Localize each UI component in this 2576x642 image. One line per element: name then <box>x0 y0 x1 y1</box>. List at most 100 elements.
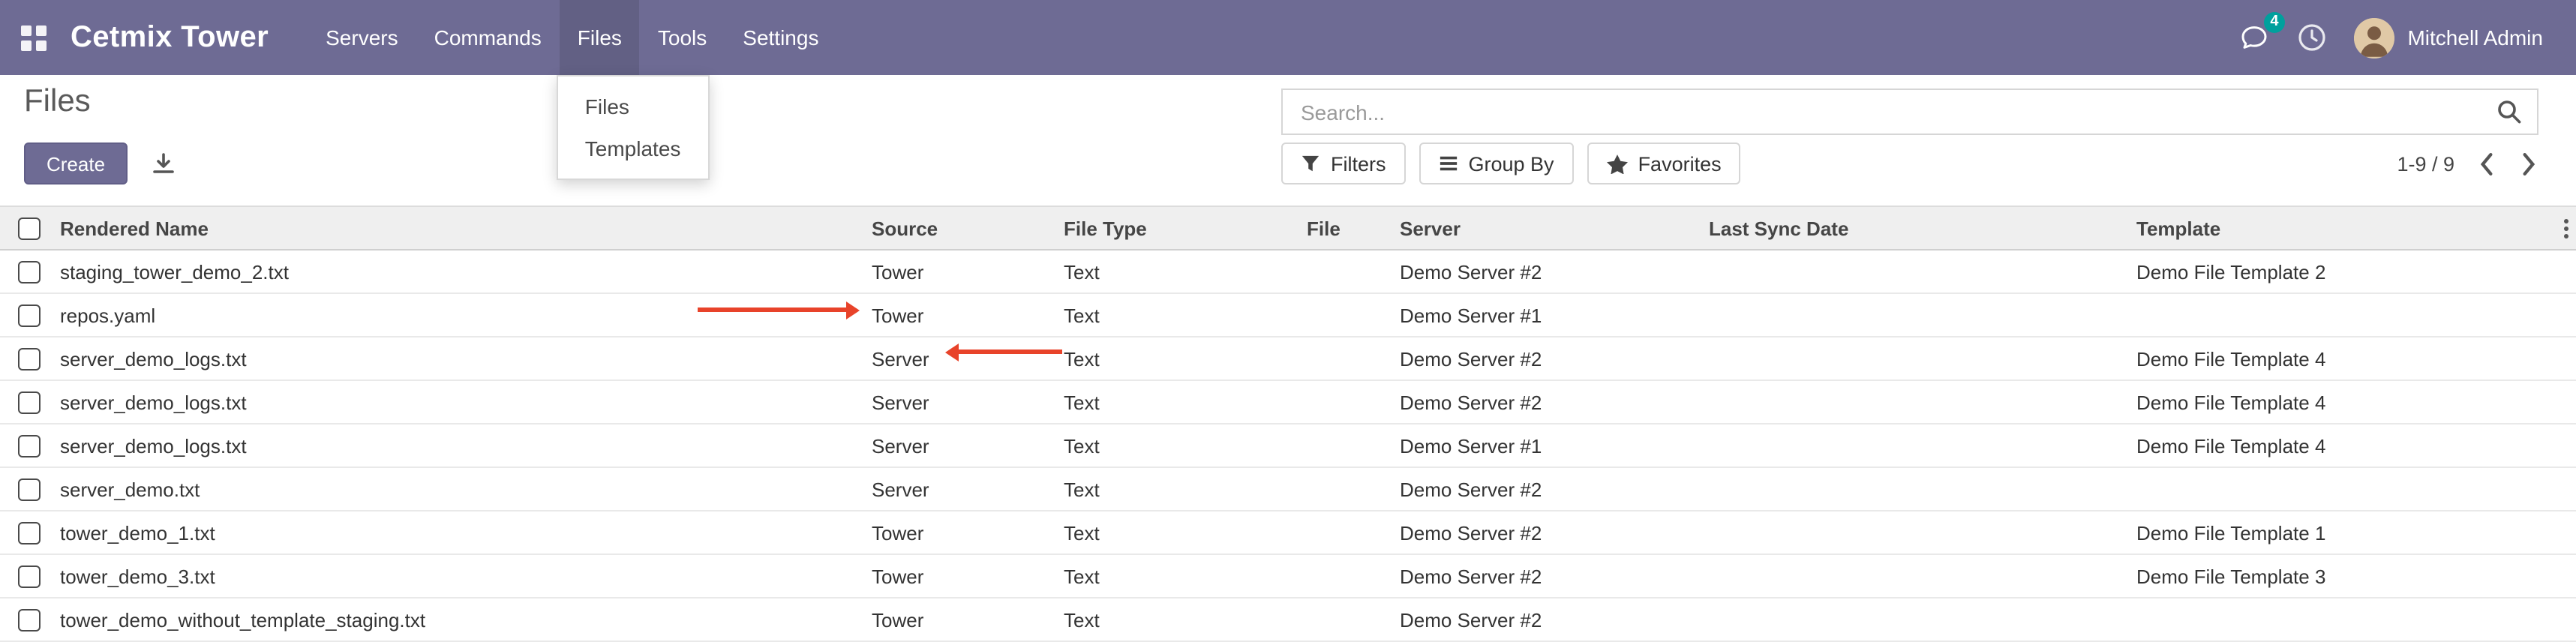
messages-button[interactable]: 4 <box>2238 22 2269 52</box>
select-all-checkbox[interactable] <box>18 217 41 239</box>
cell-file-type[interactable]: Text <box>1064 467 1307 511</box>
cell-last-sync-date[interactable] <box>1709 293 2136 337</box>
cell-last-sync-date[interactable] <box>1709 424 2136 467</box>
cell-file[interactable] <box>1307 467 1400 511</box>
table-row[interactable]: server_demo_logs.txtServerTextDemo Serve… <box>0 380 2576 424</box>
row-checkbox[interactable] <box>18 260 41 283</box>
dropdown-item-files[interactable]: Files <box>558 86 708 128</box>
cell-file-type[interactable]: Text <box>1064 554 1307 598</box>
row-checkbox[interactable] <box>18 434 41 457</box>
cell-server[interactable]: Demo Server #1 <box>1400 424 1709 467</box>
group-by-button[interactable]: Group By <box>1419 142 1574 184</box>
cell-server[interactable]: Demo Server #2 <box>1400 250 1709 293</box>
favorites-button[interactable]: Favorites <box>1587 142 1741 184</box>
cell-source[interactable]: Server <box>872 380 1064 424</box>
cell-rendered-name[interactable]: tower_demo_1.txt <box>60 511 872 554</box>
table-row[interactable]: repos.yamlTowerText Demo Server #1 <box>0 293 2576 337</box>
cell-source[interactable]: Tower <box>872 250 1064 293</box>
cell-file[interactable] <box>1307 337 1400 380</box>
column-options-button[interactable] <box>2555 206 2576 250</box>
cell-rendered-name[interactable]: server_demo_logs.txt <box>60 337 872 380</box>
table-row[interactable]: server_demo_logs.txtServerTextDemo Serve… <box>0 337 2576 380</box>
cell-template[interactable]: Demo File Template 4 <box>2136 337 2555 380</box>
cell-server[interactable]: Demo Server #2 <box>1400 554 1709 598</box>
cell-last-sync-date[interactable] <box>1709 380 2136 424</box>
column-header-file-type[interactable]: File Type <box>1064 206 1307 250</box>
cell-template[interactable]: Demo File Template 2 <box>2136 250 2555 293</box>
cell-server[interactable]: Demo Server #2 <box>1400 467 1709 511</box>
app-brand[interactable]: Cetmix Tower <box>71 20 269 55</box>
cell-file-type[interactable]: Text <box>1064 424 1307 467</box>
cell-file[interactable] <box>1307 554 1400 598</box>
create-button[interactable]: Create <box>24 142 128 184</box>
row-checkbox[interactable] <box>18 347 41 370</box>
cell-template[interactable]: Demo File Template 4 <box>2136 380 2555 424</box>
filters-button[interactable]: Filters <box>1281 142 1406 184</box>
cell-file[interactable] <box>1307 250 1400 293</box>
menu-item-servers[interactable]: Servers <box>308 0 416 75</box>
cell-file[interactable] <box>1307 511 1400 554</box>
cell-file-type[interactable]: Text <box>1064 250 1307 293</box>
column-header-server[interactable]: Server <box>1400 206 1709 250</box>
cell-last-sync-date[interactable] <box>1709 598 2136 641</box>
cell-last-sync-date[interactable] <box>1709 554 2136 598</box>
cell-rendered-name[interactable]: tower_demo_3.txt <box>60 554 872 598</box>
cell-server[interactable]: Demo Server #1 <box>1400 293 1709 337</box>
cell-file[interactable] <box>1307 380 1400 424</box>
dropdown-item-templates[interactable]: Templates <box>558 128 708 170</box>
row-checkbox[interactable] <box>18 478 41 500</box>
cell-source[interactable]: Tower <box>872 511 1064 554</box>
cell-rendered-name[interactable]: server_demo_logs.txt <box>60 424 872 467</box>
cell-rendered-name[interactable]: server_demo.txt <box>60 467 872 511</box>
menu-item-commands[interactable]: Commands <box>416 0 560 75</box>
row-checkbox[interactable] <box>18 608 41 631</box>
cell-source[interactable]: Server <box>872 424 1064 467</box>
cell-last-sync-date[interactable] <box>1709 337 2136 380</box>
cell-template[interactable]: Demo File Template 4 <box>2136 424 2555 467</box>
cell-last-sync-date[interactable] <box>1709 250 2136 293</box>
table-row[interactable]: staging_tower_demo_2.txtTowerText Demo Se… <box>0 250 2576 293</box>
cell-source[interactable]: Tower <box>872 554 1064 598</box>
cell-template[interactable] <box>2136 293 2555 337</box>
table-row[interactable]: tower_demo_without_template_staging.txtT… <box>0 598 2576 641</box>
cell-source[interactable]: Tower <box>872 598 1064 641</box>
cell-file-type[interactable]: Text <box>1064 598 1307 641</box>
cell-file-type[interactable]: Text <box>1064 511 1307 554</box>
column-header-last-sync-date[interactable]: Last Sync Date <box>1709 206 2136 250</box>
export-button[interactable] <box>146 142 182 184</box>
search-icon[interactable] <box>2496 99 2522 124</box>
cell-file-type[interactable]: Text <box>1064 293 1307 337</box>
cell-rendered-name[interactable]: repos.yaml <box>60 293 872 337</box>
row-checkbox[interactable] <box>18 304 41 326</box>
cell-source[interactable]: Server <box>872 337 1064 380</box>
cell-rendered-name[interactable]: staging_tower_demo_2.txt <box>60 250 872 293</box>
user-menu[interactable]: Mitchell Admin <box>2353 17 2543 58</box>
column-header-rendered-name[interactable]: Rendered Name <box>60 206 872 250</box>
cell-template[interactable] <box>2136 467 2555 511</box>
cell-rendered-name[interactable]: tower_demo_without_template_staging.txt <box>60 598 872 641</box>
table-row[interactable]: tower_demo_3.txtTowerTextDemo Server #2D… <box>0 554 2576 598</box>
cell-file[interactable] <box>1307 424 1400 467</box>
cell-last-sync-date[interactable] <box>1709 467 2136 511</box>
activity-button[interactable] <box>2296 22 2326 52</box>
menu-item-files[interactable]: Files Files Templates <box>560 0 640 75</box>
cell-file-type[interactable]: Text <box>1064 380 1307 424</box>
search-input[interactable] <box>1298 98 2496 125</box>
row-checkbox[interactable] <box>18 565 41 587</box>
row-checkbox[interactable] <box>18 391 41 413</box>
cell-server[interactable]: Demo Server #2 <box>1400 337 1709 380</box>
apps-grid-icon[interactable] <box>21 25 47 50</box>
cell-server[interactable]: Demo Server #2 <box>1400 380 1709 424</box>
table-row[interactable]: server_demo_logs.txtServerText Demo Serve… <box>0 424 2576 467</box>
cell-source[interactable]: Server <box>872 467 1064 511</box>
row-checkbox[interactable] <box>18 521 41 544</box>
cell-file[interactable] <box>1307 293 1400 337</box>
column-header-file[interactable]: File <box>1307 206 1400 250</box>
cell-template[interactable] <box>2136 598 2555 641</box>
menu-item-settings[interactable]: Settings <box>725 0 836 75</box>
column-header-template[interactable]: Template <box>2136 206 2555 250</box>
table-row[interactable]: tower_demo_1.txtTowerTextDemo Server #2D… <box>0 511 2576 554</box>
cell-server[interactable]: Demo Server #2 <box>1400 598 1709 641</box>
cell-source[interactable]: Tower <box>872 293 1064 337</box>
pager-previous-button[interactable] <box>2477 152 2496 175</box>
